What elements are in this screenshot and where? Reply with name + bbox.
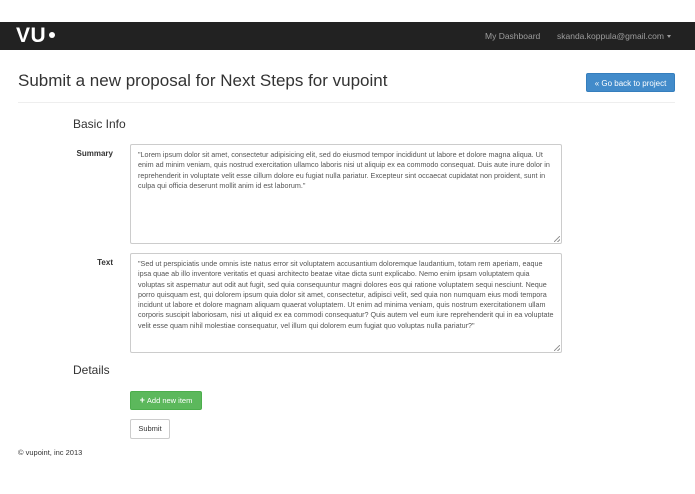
resize-handle-icon[interactable]: [554, 345, 560, 351]
brand-text[interactable]: VU: [16, 24, 46, 48]
text-body: "Sed ut perspiciatis unde omnis iste nat…: [138, 259, 554, 330]
text-textarea[interactable]: "Sed ut perspiciatis unde omnis iste nat…: [130, 253, 562, 353]
page-title: Submit a new proposal for Next Steps for…: [18, 71, 388, 90]
caret-down-icon: [666, 35, 671, 39]
details-heading: Details: [73, 363, 110, 377]
user-email: skanda.koppula@gmail.com: [557, 31, 664, 41]
summary-label: Summary: [76, 149, 113, 158]
plus-icon: +: [139, 395, 145, 405]
summary-textarea[interactable]: "Lorem ipsum dolor sit amet, consectetur…: [130, 144, 562, 244]
summary-text: "Lorem ipsum dolor sit amet, consectetur…: [138, 150, 550, 190]
top-navbar: VU My Dashboard skanda.koppula@gmail.com: [0, 22, 695, 50]
basic-info-heading: Basic Info: [73, 117, 126, 131]
nav-dashboard-link[interactable]: My Dashboard: [485, 22, 540, 50]
resize-handle-icon[interactable]: [554, 236, 560, 242]
user-menu-dropdown[interactable]: skanda.koppula@gmail.com: [557, 22, 671, 50]
add-item-label: Add new item: [146, 396, 193, 405]
back-to-project-button[interactable]: « Go back to project: [586, 73, 675, 92]
footer-copyright: © vupoint, inc 2013: [18, 448, 83, 457]
brand-logo[interactable]: VU: [16, 24, 56, 48]
logo-dot-icon: [49, 32, 56, 38]
add-new-item-button[interactable]: + Add new item: [130, 391, 202, 410]
submit-button[interactable]: Submit: [130, 419, 170, 439]
title-divider: [18, 102, 675, 103]
text-label: Text: [97, 258, 113, 267]
